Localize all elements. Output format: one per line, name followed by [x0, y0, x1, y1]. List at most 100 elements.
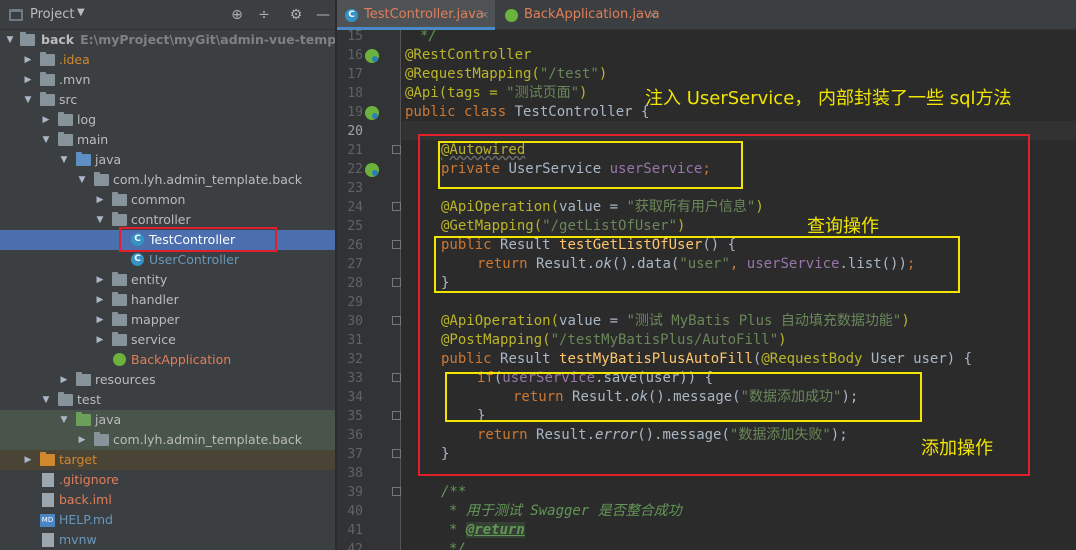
chevron-right-icon[interactable]: ▶: [76, 430, 88, 450]
tree-item-back-iml[interactable]: back.iml: [0, 490, 335, 510]
line-number: 22: [347, 162, 363, 177]
tree-item-mvnw[interactable]: mvnw: [0, 530, 335, 550]
tree-item-label: .gitignore: [59, 472, 119, 487]
tree-item-mvn[interactable]: ▶ .mvn: [0, 70, 335, 90]
chevron-right-icon[interactable]: ▶: [22, 450, 34, 470]
tree-item-label: src: [59, 92, 78, 107]
chevron-down-icon[interactable]: ▼: [40, 390, 52, 410]
code-line-19: public class TestController {: [405, 103, 649, 122]
tree-item-service[interactable]: ▶ service: [0, 330, 335, 350]
chevron-right-icon[interactable]: ▶: [94, 330, 106, 350]
fold-icon[interactable]: [392, 487, 401, 496]
tree-item-label: target: [59, 452, 98, 467]
fold-icon[interactable]: [392, 278, 401, 287]
tree-item-help-md[interactable]: MD HELP.md: [0, 510, 335, 530]
chevron-right-icon[interactable]: ▶: [94, 290, 106, 310]
chevron-right-icon[interactable]: ▶: [22, 70, 34, 90]
chevron-down-icon[interactable]: ▼: [76, 170, 88, 190]
chevron-down-icon[interactable]: ▼: [4, 30, 16, 50]
package-icon: [94, 172, 109, 186]
inject-service-yellow-box: [438, 141, 743, 189]
fold-icon[interactable]: [392, 316, 401, 325]
code-line-41: * @return: [449, 521, 525, 540]
spring-bean-icon[interactable]: [365, 49, 379, 63]
annotation-token: ): [579, 85, 588, 101]
tree-item-main[interactable]: ▼ main: [0, 130, 335, 150]
tree-item-common[interactable]: ▶ common: [0, 190, 335, 210]
tree-item-usercontroller[interactable]: C UserController: [0, 250, 335, 270]
tree-item-java[interactable]: ▼ java: [0, 150, 335, 170]
chevron-right-icon[interactable]: ▶: [94, 190, 106, 210]
tab-backapplication[interactable]: BackApplication.java ×: [497, 0, 663, 30]
fold-icon[interactable]: [392, 145, 401, 154]
spring-autowired-icon[interactable]: [365, 163, 379, 177]
target-icon[interactable]: ⊕: [227, 5, 247, 25]
tab-testcontroller[interactable]: C TestController.java ×: [337, 0, 495, 30]
code-area[interactable]: */ @RestController @RequestMapping("/tes…: [402, 28, 1076, 550]
fold-icon[interactable]: [392, 373, 401, 382]
project-title[interactable]: Project: [30, 7, 74, 22]
tree-item-log[interactable]: ▶ log: [0, 110, 335, 130]
tree-item-label: log: [77, 112, 97, 127]
tree-item-backapplication[interactable]: BackApplication: [0, 350, 335, 370]
chevron-down-icon[interactable]: ▼: [22, 90, 34, 110]
chevron-right-icon[interactable]: ▶: [58, 370, 70, 390]
line-number: 23: [347, 181, 363, 196]
fold-icon[interactable]: [392, 449, 401, 458]
collapse-icon[interactable]: ÷: [254, 5, 274, 25]
tree-item-label: entity: [131, 272, 168, 287]
tree-item-test[interactable]: ▼ test: [0, 390, 335, 410]
tree-item-idea[interactable]: ▶ .idea: [0, 50, 335, 70]
query-note: 查询操作: [807, 216, 879, 237]
fold-icon[interactable]: [392, 411, 401, 420]
tree-item-target[interactable]: ▶ target: [0, 450, 335, 470]
inject-note: 注入 UserService， 内部封装了一些 sql方法: [645, 88, 1012, 109]
tree-item-label: mapper: [131, 312, 180, 327]
tree-item-src[interactable]: ▼ src: [0, 90, 335, 110]
file-icon: [42, 533, 54, 547]
tree-item-gitignore[interactable]: .gitignore: [0, 470, 335, 490]
comment-token: *: [449, 522, 466, 538]
fold-icon[interactable]: [392, 202, 401, 211]
add-note: 添加操作: [921, 438, 993, 459]
spring-bean-icon[interactable]: [365, 106, 379, 120]
line-number: 40: [347, 504, 363, 519]
gutter: 15 16 17 18 19 20 21 22 23 24 25 26 27 2…: [337, 29, 401, 550]
tree-item-test-java[interactable]: ▼ java: [0, 410, 335, 430]
package-icon: [112, 332, 127, 346]
line-number: 31: [347, 333, 363, 348]
close-icon[interactable]: ×: [648, 0, 657, 30]
line-number: 38: [347, 466, 363, 481]
line-number: 36: [347, 428, 363, 443]
annotation-token: @Api(tags =: [405, 85, 507, 101]
chevron-right-icon[interactable]: ▶: [40, 110, 52, 130]
gear-icon[interactable]: ⚙: [286, 5, 306, 25]
line-number: 16: [347, 48, 363, 63]
fold-icon[interactable]: [392, 240, 401, 249]
chevron-right-icon[interactable]: ▶: [94, 270, 106, 290]
tree-item-package[interactable]: ▼ com.lyh.admin_template.back: [0, 170, 335, 190]
chevron-down-icon[interactable]: ▼: [94, 210, 106, 230]
line-number: 32: [347, 352, 363, 367]
tree-item-mapper[interactable]: ▶ mapper: [0, 310, 335, 330]
chevron-right-icon[interactable]: ▶: [94, 310, 106, 330]
chevron-down-icon[interactable]: ▼: [40, 130, 52, 150]
tree-item-label: common: [131, 192, 186, 207]
tree-item-test-package[interactable]: ▶ com.lyh.admin_template.back: [0, 430, 335, 450]
close-icon[interactable]: ×: [480, 0, 489, 30]
tree-item-back[interactable]: ▼ back E:\myProject\myGit\admin-vue-templ…: [0, 30, 335, 50]
tree-item-entity[interactable]: ▶ entity: [0, 270, 335, 290]
line-number: 21: [347, 143, 363, 158]
chevron-down-icon[interactable]: ▼: [58, 150, 70, 170]
chevron-down-icon[interactable]: ▼: [58, 410, 70, 430]
chevron-down-icon[interactable]: ▼: [77, 7, 85, 18]
tree-item-resources[interactable]: ▶ resources: [0, 370, 335, 390]
folder-icon: [40, 72, 55, 86]
tree-item-handler[interactable]: ▶ handler: [0, 290, 335, 310]
chevron-right-icon[interactable]: ▶: [22, 50, 34, 70]
line-number: 18: [347, 86, 363, 101]
hide-icon[interactable]: —: [313, 5, 333, 25]
tree-item-label: com.lyh.admin_template.back: [113, 172, 302, 187]
line-number: 28: [347, 276, 363, 291]
tree-item-label: java: [95, 412, 122, 427]
